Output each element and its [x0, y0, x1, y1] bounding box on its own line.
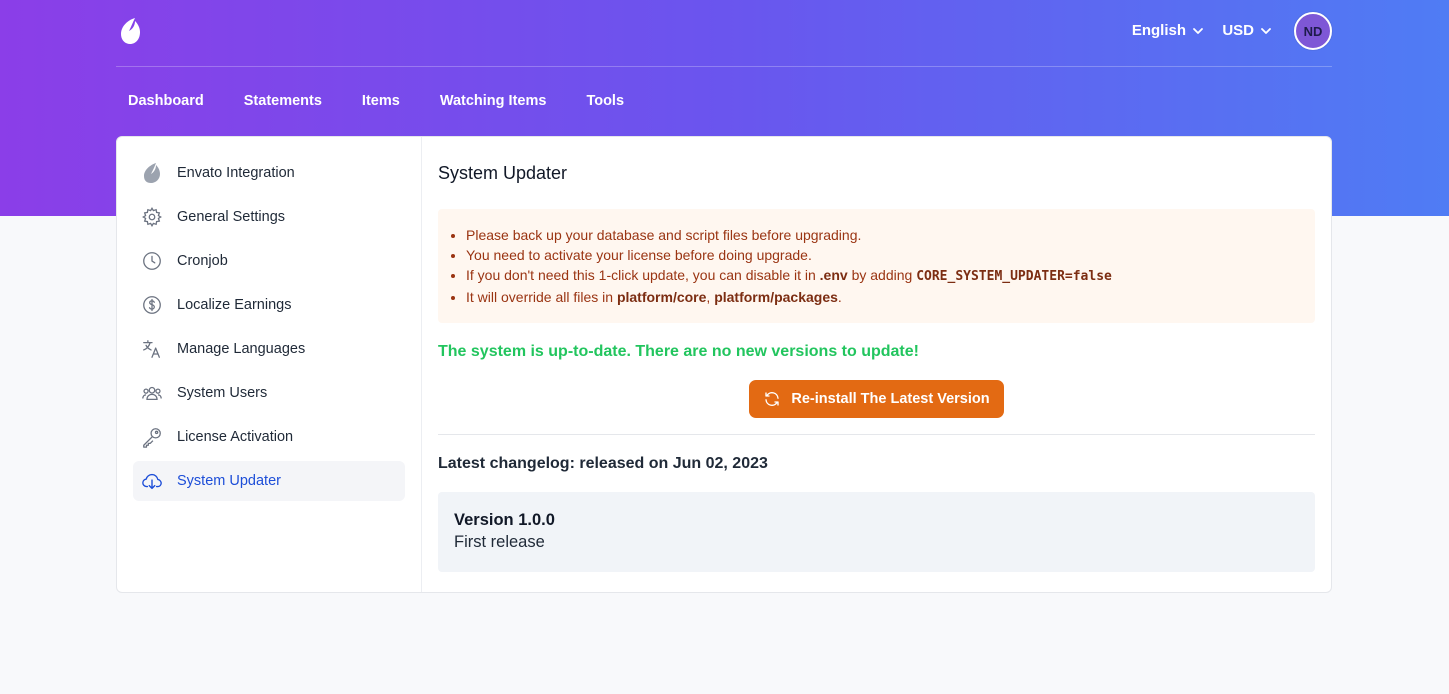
- env-file-name: .env: [819, 267, 848, 283]
- sidebar-item-envato-integration[interactable]: Envato Integration: [133, 153, 405, 193]
- changelog-version: Version 1.0.0: [454, 511, 555, 529]
- sidebar-item-label: System Updater: [177, 473, 281, 489]
- translate-icon: [141, 338, 163, 360]
- currency-selector[interactable]: USD: [1222, 22, 1272, 39]
- env-variable-code: CORE_SYSTEM_UPDATER=false: [916, 269, 1112, 284]
- nav-tools[interactable]: Tools: [586, 93, 624, 109]
- update-status-message: The system is up-to-date. There are no n…: [438, 343, 919, 360]
- sidebar-item-label: Localize Earnings: [177, 297, 292, 313]
- notice-text: .: [837, 289, 842, 305]
- notice-text: It will override all files in: [466, 289, 617, 305]
- currency-label: USD: [1222, 22, 1254, 39]
- language-label: English: [1131, 22, 1186, 39]
- sidebar-item-general-settings[interactable]: General Settings: [133, 197, 405, 237]
- sidebar-item-localize-earnings[interactable]: Localize Earnings: [133, 285, 405, 325]
- envato-icon: [141, 162, 163, 184]
- user-avatar[interactable]: ND: [1294, 12, 1332, 50]
- notice-item: It will override all files in platform/c…: [466, 287, 1303, 307]
- notice-text: If you don't need this 1-click update, y…: [466, 267, 820, 283]
- divider: [438, 434, 1315, 435]
- sidebar-item-label: Manage Languages: [177, 341, 306, 357]
- gear-icon: [141, 206, 163, 228]
- sidebar-item-label: License Activation: [177, 429, 294, 445]
- path-packages: platform/packages: [714, 289, 838, 305]
- key-icon: [141, 426, 163, 448]
- users-icon: [141, 382, 163, 404]
- nav-watching-items[interactable]: Watching Items: [440, 93, 547, 109]
- notice-item: If you don't need this 1-click update, y…: [466, 265, 1303, 287]
- sidebar-item-manage-languages[interactable]: Manage Languages: [133, 329, 405, 369]
- button-row: Re-install The Latest Version: [438, 380, 1315, 418]
- settings-card: Envato Integration General Settings Cron…: [116, 136, 1332, 593]
- chevron-down-icon: [1261, 27, 1271, 34]
- notice-text: Please back up your database and script …: [466, 227, 862, 243]
- clock-icon: [141, 250, 163, 272]
- nav-dashboard[interactable]: Dashboard: [128, 93, 204, 109]
- notice-text: by adding: [847, 267, 917, 283]
- notice-item: You need to activate your license before…: [466, 245, 1303, 265]
- changelog-box: Version 1.0.0 First release: [438, 492, 1315, 572]
- path-core: platform/core: [616, 289, 707, 305]
- sidebar-item-label: Envato Integration: [177, 165, 295, 181]
- sidebar-item-cronjob[interactable]: Cronjob: [133, 241, 405, 281]
- changelog-notes: First release: [454, 533, 545, 551]
- nav-statements[interactable]: Statements: [244, 93, 322, 109]
- sidebar-item-label: System Users: [177, 385, 268, 401]
- main-nav: Dashboard Statements Items Watching Item…: [128, 93, 624, 109]
- sidebar-item-license-activation[interactable]: License Activation: [133, 417, 405, 457]
- page-title: System Updater: [438, 163, 568, 183]
- language-selector[interactable]: English: [1132, 22, 1204, 39]
- notice-item: Please back up your database and script …: [466, 225, 1303, 245]
- updater-panel: System Updater Please back up your datab…: [422, 137, 1331, 592]
- sidebar-item-system-updater[interactable]: System Updater: [133, 461, 405, 501]
- reinstall-button[interactable]: Re-install The Latest Version: [749, 380, 1004, 418]
- refresh-icon: [765, 392, 780, 406]
- reinstall-button-label: Re-install The Latest Version: [791, 391, 990, 407]
- warning-notice: Please back up your database and script …: [438, 209, 1315, 323]
- dollar-icon: [141, 294, 163, 316]
- envato-logo-icon[interactable]: [118, 17, 142, 45]
- sidebar-item-label: General Settings: [177, 209, 286, 225]
- settings-sidebar: Envato Integration General Settings Cron…: [117, 137, 422, 592]
- sidebar-item-label: Cronjob: [177, 253, 228, 269]
- changelog-title: Latest changelog: released on Jun 02, 20…: [438, 455, 768, 472]
- top-bar: English USD ND: [116, 0, 1332, 67]
- sidebar-item-system-users[interactable]: System Users: [133, 373, 405, 413]
- nav-items[interactable]: Items: [362, 93, 400, 109]
- notice-text: You need to activate your license before…: [466, 247, 812, 263]
- chevron-down-icon: [1193, 27, 1203, 34]
- cloud-download-icon: [141, 470, 163, 492]
